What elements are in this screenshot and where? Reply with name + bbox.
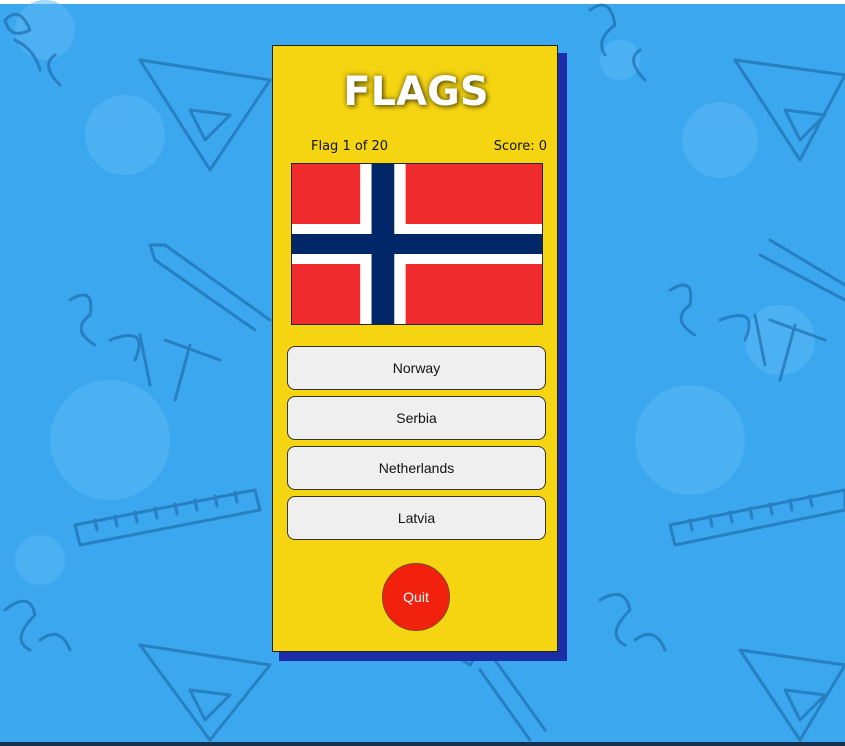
status-row: Flag 1 of 20 Score: 0	[273, 138, 559, 156]
quit-button[interactable]: Quit	[382, 563, 450, 631]
answer-list: Norway Serbia Netherlands Latvia	[287, 346, 547, 546]
score-display: Score: 0	[493, 139, 547, 154]
quiz-card: FLAGS Flag 1 of 20 Score: 0 Norway Serbi…	[272, 45, 558, 652]
answer-button-norway[interactable]: Norway	[287, 346, 546, 390]
flag-image	[291, 163, 543, 325]
answer-button-latvia[interactable]: Latvia	[287, 496, 546, 540]
flag-counter: Flag 1 of 20	[311, 139, 389, 154]
quiz-title: FLAGS	[343, 69, 489, 115]
page: FLAGS Flag 1 of 20 Score: 0 Norway Serbi…	[0, 0, 845, 746]
answer-button-serbia[interactable]: Serbia	[287, 396, 546, 440]
bottom-strip	[0, 742, 845, 746]
norway-flag-icon	[292, 164, 542, 324]
answer-button-netherlands[interactable]: Netherlands	[287, 446, 546, 490]
